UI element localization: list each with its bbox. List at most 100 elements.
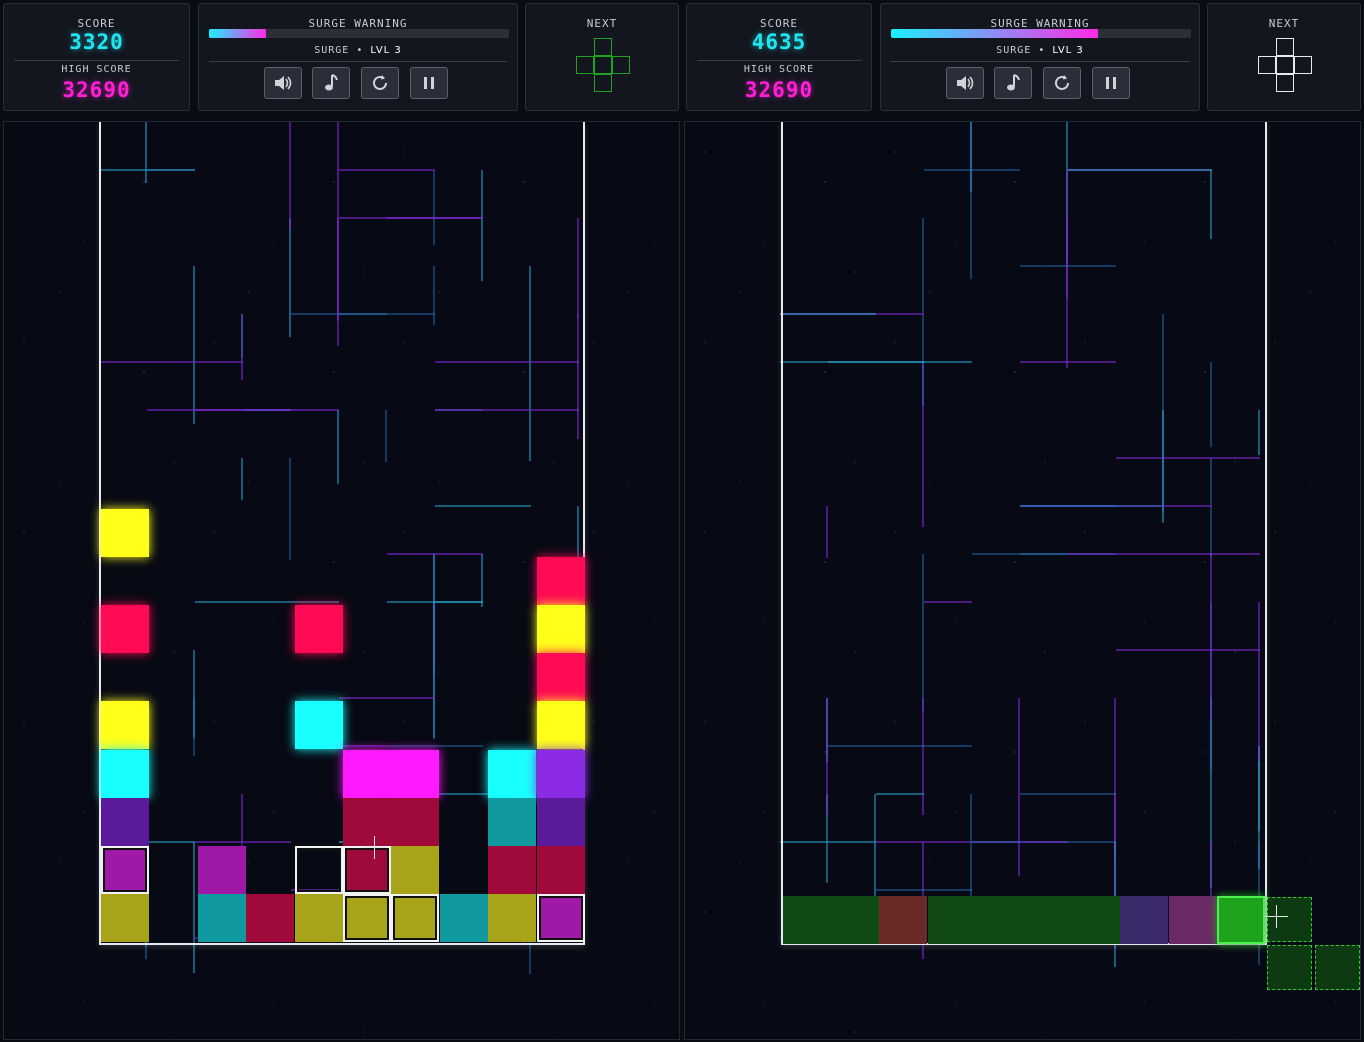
score-value: 4635: [751, 30, 807, 54]
block-dim_purple: [101, 797, 149, 846]
block-teal: [488, 797, 537, 846]
divider: [697, 60, 861, 61]
block-dim_magenta: [536, 894, 585, 943]
crosshair-cursor: [363, 836, 386, 859]
surge-level-text: SURGE • LVL 3: [314, 45, 402, 56]
pause-button[interactable]: [1092, 67, 1130, 99]
score-panel-p1: SCORE 3320 HIGH SCORE 32690: [3, 3, 190, 111]
high-score-value: 32690: [744, 78, 814, 102]
block-yellow: [536, 701, 585, 750]
speaker-icon: [957, 76, 974, 90]
block-dim_red: [536, 846, 585, 894]
music-note-icon: [325, 74, 338, 91]
restart-icon: [1055, 75, 1069, 90]
block-dark_green: [831, 896, 880, 944]
block-red: [536, 653, 585, 702]
block-red: [101, 605, 149, 653]
block-olive: [294, 894, 343, 943]
next-piece-plus: [576, 38, 630, 92]
block-magenta_faded: [1168, 896, 1217, 944]
next-panel-p1: NEXT: [525, 3, 679, 111]
block-cyan: [294, 701, 343, 750]
surge-panel-p2: SURGE WARNING SURGE • LVL 3: [880, 3, 1200, 111]
block-yellow: [101, 508, 149, 557]
crosshair-cursor: [1265, 905, 1288, 928]
divider: [209, 61, 507, 62]
block-purple: [536, 749, 585, 798]
block-red: [536, 556, 585, 605]
surge-meter: [209, 29, 509, 38]
next-piece-block: [1276, 56, 1294, 74]
block-red_faded: [879, 896, 928, 944]
board-area-p1: [3, 121, 680, 1040]
ghost-piece-block: [1267, 945, 1312, 990]
next-label: NEXT: [586, 17, 618, 30]
block-olive: [101, 894, 149, 943]
restart-button[interactable]: [361, 67, 399, 99]
block-magenta: [343, 749, 391, 798]
sound-button[interactable]: [946, 67, 984, 99]
surge-meter-fill: [891, 29, 1098, 38]
block-dim_red: [246, 894, 295, 943]
block-dark_green: [1024, 896, 1072, 944]
surge-label: SURGE: [314, 45, 350, 56]
block-dim_red: [391, 797, 440, 846]
next-piece-block: [1276, 74, 1294, 92]
score-label: SCORE: [759, 17, 799, 30]
surge-meter: [891, 29, 1191, 38]
next-piece-block: [612, 56, 630, 74]
pause-icon: [424, 77, 434, 89]
high-score-label: HIGH SCORE: [61, 64, 132, 75]
surge-panel-p1: SURGE WARNING SURGE • LVL 3: [198, 3, 518, 111]
music-note-icon: [1007, 74, 1020, 91]
ghost-piece-block: [1315, 945, 1360, 990]
block-yellow: [101, 701, 149, 750]
block-green: [1216, 896, 1265, 944]
next-piece-block: [1258, 56, 1276, 74]
block-dark_green: [927, 896, 976, 944]
next-piece-block: [594, 56, 612, 74]
block-olive: [391, 894, 440, 943]
score-label: SCORE: [77, 17, 116, 30]
next-piece-block: [594, 74, 612, 92]
score-panel-p2: SCORE 4635 HIGH SCORE 32690: [686, 3, 872, 111]
block-teal: [439, 894, 488, 943]
high-score-value: 32690: [62, 78, 131, 102]
divider: [891, 61, 1189, 62]
block-purple_faded: [1120, 896, 1169, 944]
block-olive: [391, 846, 440, 894]
music-button[interactable]: [994, 67, 1032, 99]
next-panel-p2: NEXT: [1207, 3, 1361, 111]
next-label: NEXT: [1268, 17, 1300, 30]
block-dim_magenta: [101, 846, 149, 894]
next-piece-plus: [1258, 38, 1312, 92]
sound-button[interactable]: [264, 67, 302, 99]
speaker-icon: [275, 76, 292, 90]
score-value: 3320: [69, 30, 124, 54]
music-button[interactable]: [312, 67, 350, 99]
block-olive: [488, 894, 537, 943]
block-cyan: [488, 749, 537, 798]
high-score-label: HIGH SCORE: [743, 64, 815, 75]
block-none: [294, 846, 343, 894]
board-area-p2: [684, 121, 1361, 1040]
block-dim_magenta: [197, 846, 246, 894]
block-red: [294, 605, 343, 653]
block-dark_green: [783, 896, 831, 944]
block-cyan: [101, 749, 149, 798]
surge-level-text: SURGE • LVL 3: [996, 45, 1084, 56]
block-dark_green: [1072, 896, 1121, 944]
next-piece-block: [1294, 56, 1312, 74]
block-olive: [343, 894, 391, 943]
block-dark_green: [975, 896, 1024, 944]
block-yellow: [536, 605, 585, 653]
pause-icon: [1106, 77, 1116, 89]
playfield-well[interactable]: [781, 122, 1267, 945]
surge-label: SURGE: [996, 45, 1032, 56]
block-magenta: [391, 749, 440, 798]
restart-button[interactable]: [1043, 67, 1081, 99]
pause-button[interactable]: [410, 67, 448, 99]
divider: [14, 60, 179, 61]
next-piece-block: [576, 56, 594, 74]
level-text: LVL 3: [370, 45, 402, 56]
